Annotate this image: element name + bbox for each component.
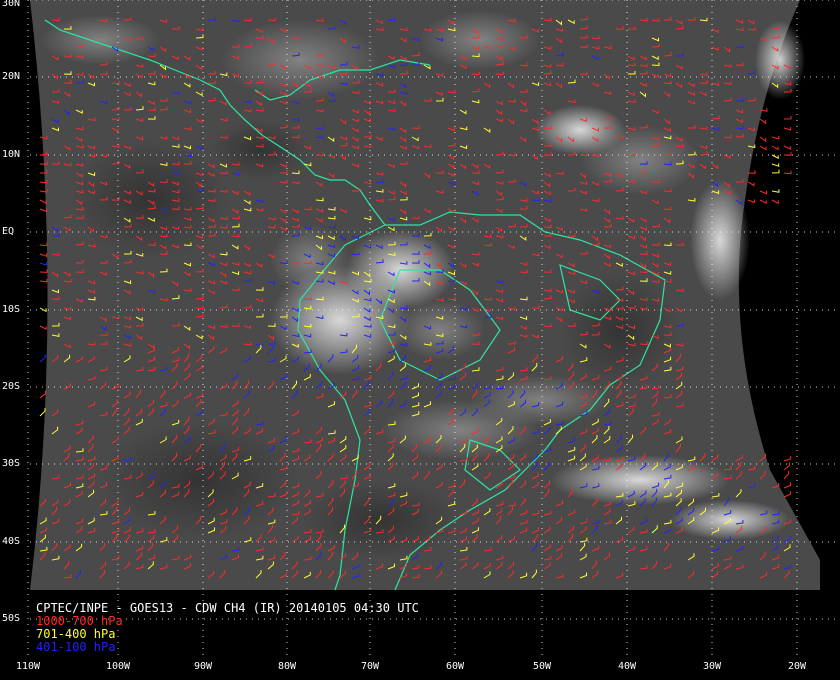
- wind-barb: [759, 190, 767, 195]
- wind-barb: [747, 181, 755, 187]
- satellite-wind-map: 30N 20N 10N EQ 10S 20S 30S 40S 50S 110W …: [0, 0, 840, 680]
- lat-label-eq: EQ: [2, 226, 15, 237]
- wind-barb: [39, 408, 46, 417]
- wind-barb: [783, 482, 791, 489]
- wind-barb: [771, 199, 779, 205]
- lat-label-20n: 20N: [2, 71, 21, 82]
- lat-label-10s: 10S: [2, 304, 21, 315]
- lon-label-70w: 70W: [360, 661, 380, 672]
- lat-label-40s: 40S: [2, 536, 21, 547]
- wind-barb: [771, 169, 780, 174]
- wind-barb: [39, 269, 48, 273]
- wind-barb: [39, 278, 48, 283]
- wind-barb: [771, 154, 779, 160]
- lat-label-10n: 10N: [2, 149, 21, 160]
- cloud-patch: [550, 455, 730, 505]
- cloud-patch: [395, 300, 485, 360]
- wind-barb: [783, 127, 792, 131]
- wind-barb: [39, 242, 48, 247]
- wind-barb: [783, 470, 790, 480]
- wind-barb: [783, 491, 791, 498]
- cloud-patch: [420, 10, 540, 70]
- wind-barb: [771, 145, 779, 151]
- lon-label-30w: 30W: [702, 661, 722, 672]
- lon-label-40w: 40W: [617, 661, 637, 672]
- wind-barb: [759, 199, 767, 205]
- cloud-patch: [70, 140, 230, 260]
- wind-barb: [771, 135, 780, 140]
- cloud-patch: [470, 375, 610, 425]
- cloud-patch: [210, 120, 310, 180]
- cloud-patch: [100, 420, 300, 540]
- lon-label-100w: 100W: [105, 661, 131, 672]
- wind-barb: [783, 170, 792, 175]
- lon-label-60w: 60W: [445, 661, 465, 672]
- wind-barb: [39, 253, 48, 258]
- map-caption: CPTEC/INPE - GOES13 - CDW CH4 (IR) 20140…: [36, 602, 419, 654]
- wind-barb: [783, 152, 792, 156]
- map-canvas: [27, 0, 840, 660]
- lon-label-20w: 20W: [787, 661, 807, 672]
- wind-barb: [39, 307, 47, 313]
- wind-barb: [759, 136, 767, 143]
- lon-label-50w: 50W: [532, 661, 552, 672]
- cloud-patch: [560, 270, 680, 390]
- wind-barb: [39, 262, 48, 266]
- legend-high-level: 401-100 hPa: [36, 640, 116, 654]
- wind-barb: [759, 145, 767, 151]
- cloud-patch: [270, 225, 350, 295]
- wind-barb: [783, 455, 792, 462]
- wind-barb: [39, 354, 46, 363]
- lon-label-80w: 80W: [277, 661, 297, 672]
- wind-barb: [771, 163, 780, 167]
- lat-label-20s: 20S: [2, 381, 21, 392]
- wind-barb: [783, 145, 791, 150]
- wind-barb: [39, 325, 47, 331]
- lon-label-110w: 110W: [15, 661, 41, 672]
- lat-label-30n: 30N: [2, 0, 21, 9]
- wind-barb: [39, 390, 46, 399]
- lat-label-50s: 50S: [2, 613, 21, 624]
- wind-barb: [39, 208, 47, 213]
- wind-barb: [783, 115, 792, 120]
- wind-barb: [759, 118, 767, 125]
- wind-barb: [39, 199, 47, 205]
- wind-barb: [771, 189, 780, 193]
- lat-label-30s: 30S: [2, 458, 21, 469]
- wind-barb: [747, 199, 756, 204]
- cloud-patch: [690, 180, 750, 300]
- lon-label-90w: 90W: [193, 661, 213, 672]
